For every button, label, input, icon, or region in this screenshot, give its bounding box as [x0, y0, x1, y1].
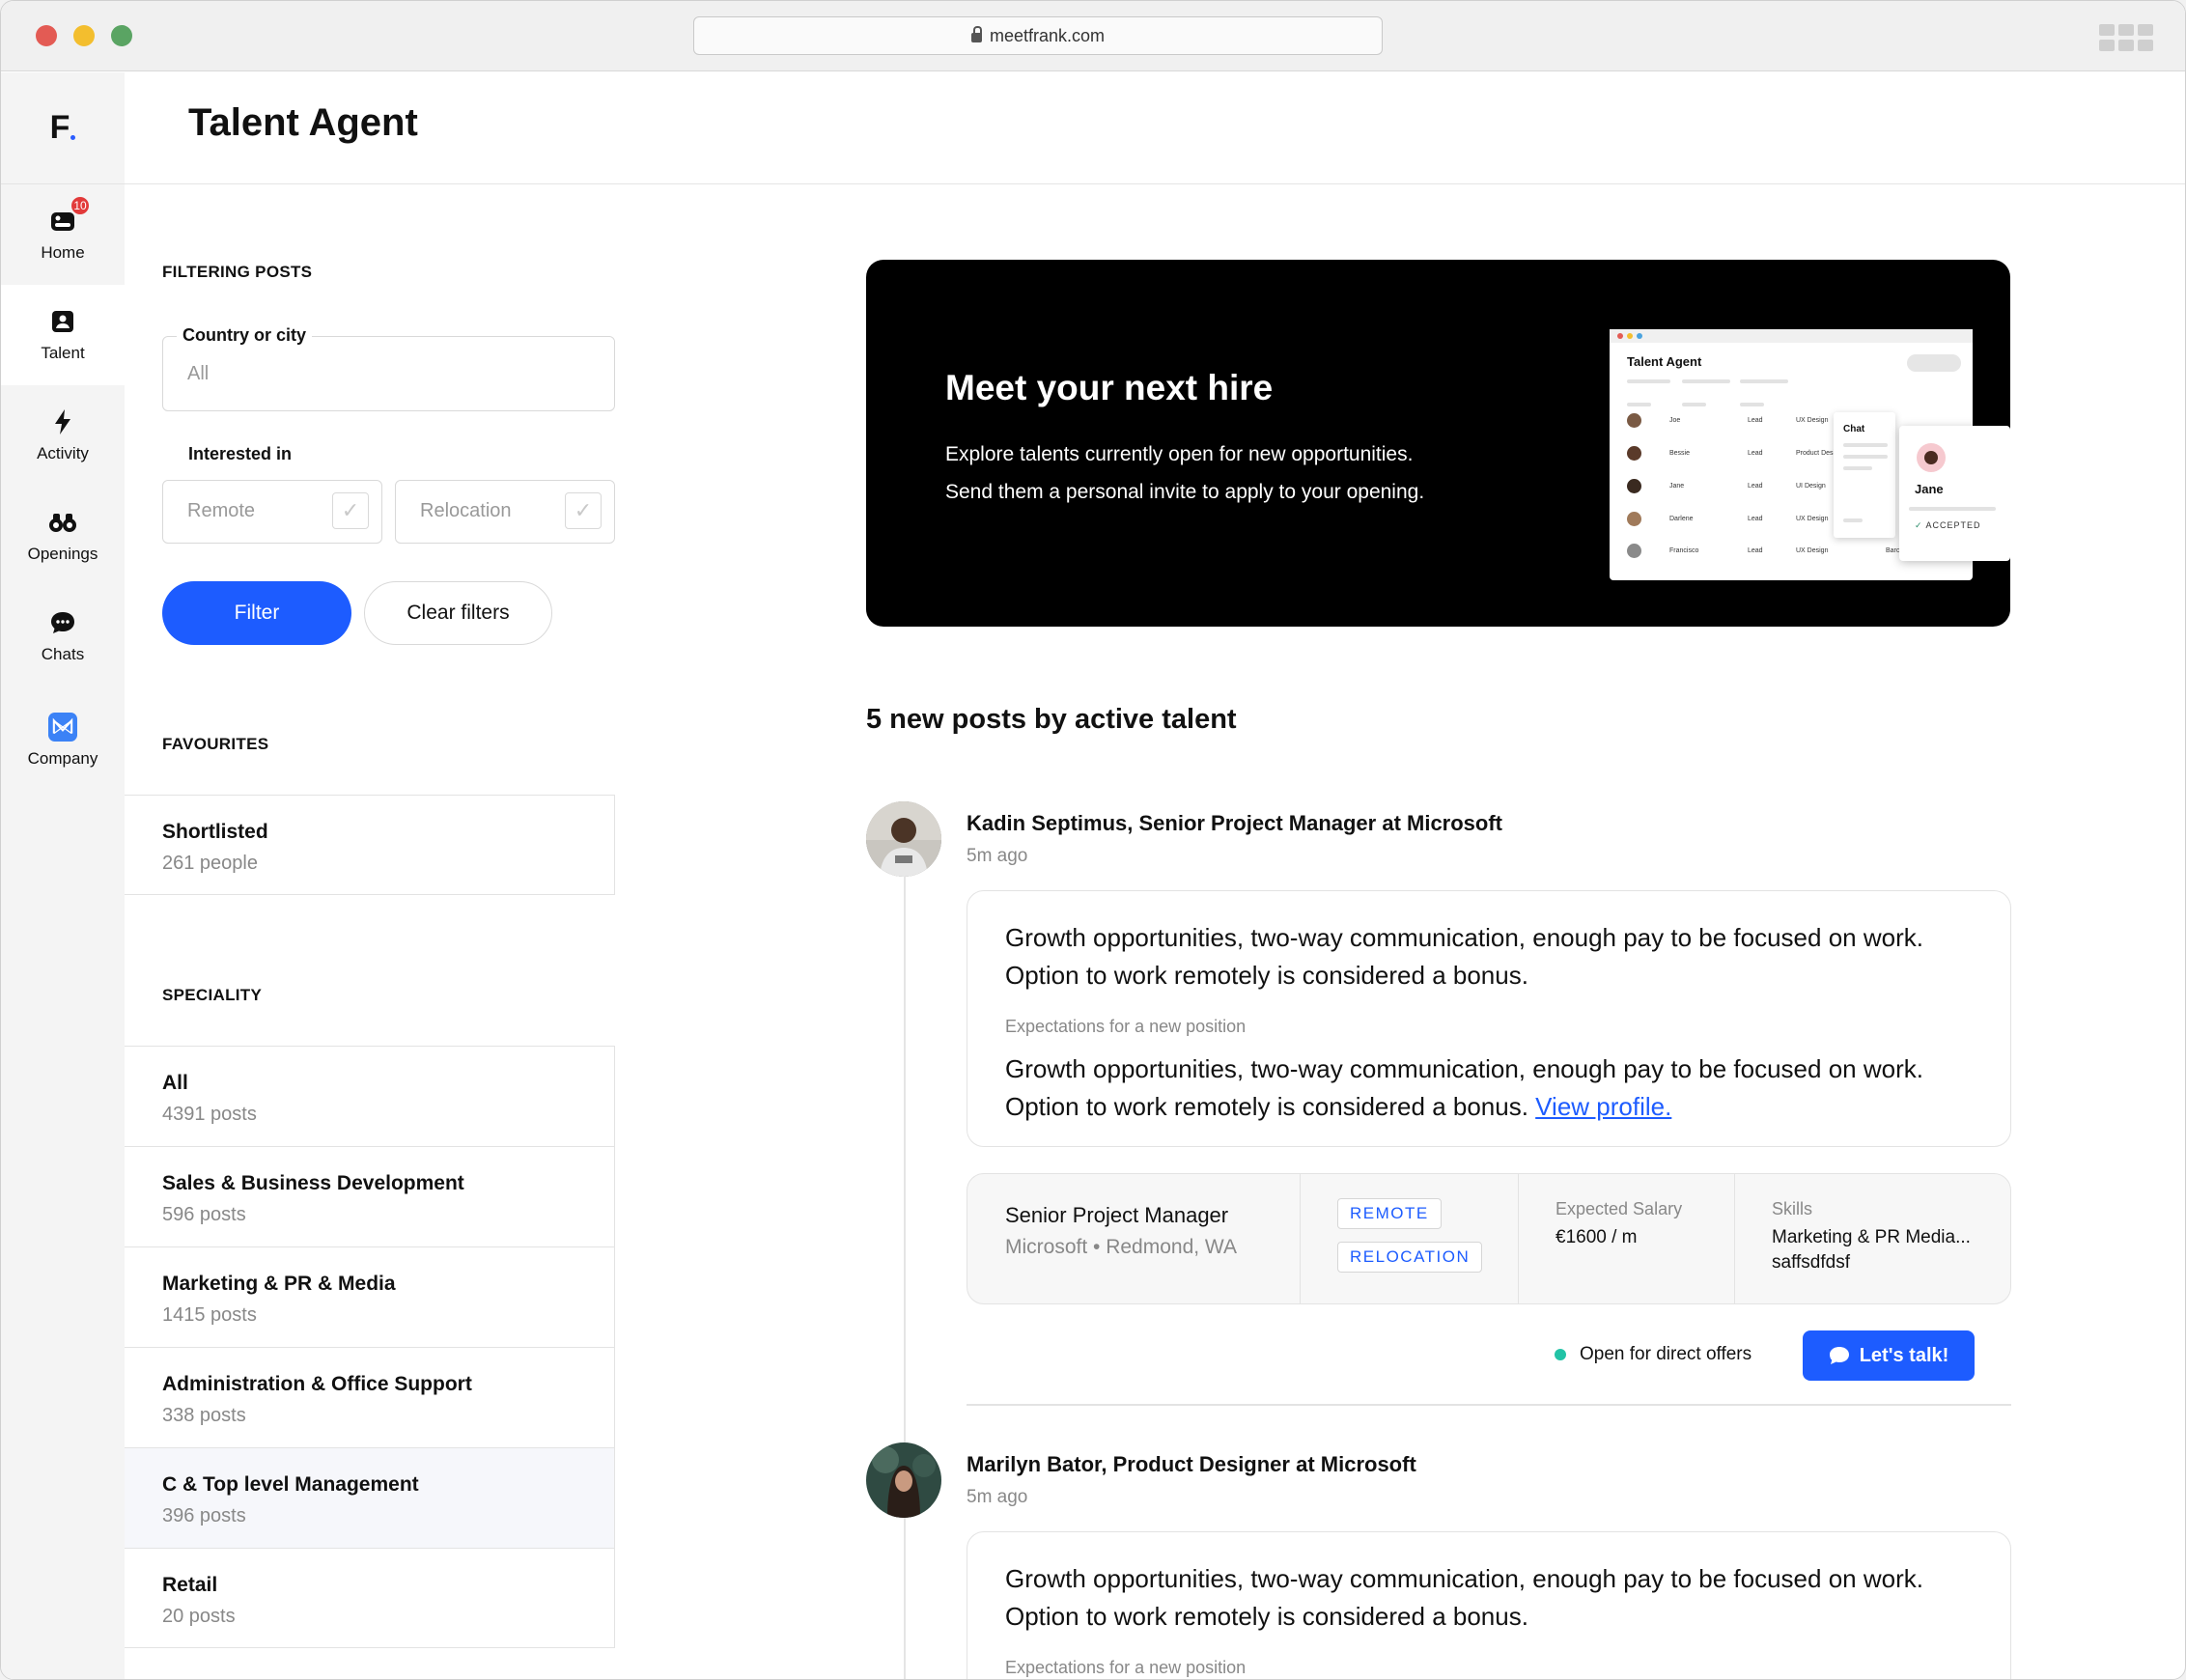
location-label: Country or city	[177, 325, 313, 346]
post-author[interactable]: Marilyn Bator, Product Designer at Micro…	[967, 1452, 1416, 1477]
nav-item-activity[interactable]: Activity	[1, 385, 125, 486]
location-field[interactable]: All	[162, 336, 615, 411]
home-badge: 10	[70, 195, 91, 216]
speciality-heading: SPECIALITY	[162, 986, 263, 1004]
nav-label-chats: Chats	[41, 645, 85, 663]
nav-label-home: Home	[41, 243, 85, 262]
chat-bubble-icon	[1829, 1347, 1849, 1364]
position-title: Senior Project Manager	[1005, 1203, 1229, 1227]
browser-window: meetfrank.com F 10 Home Talent Activity …	[0, 0, 2186, 1680]
interested-in-label: Interested in	[182, 444, 298, 464]
post-text: Growth opportunities, two-way communicat…	[1005, 923, 1923, 990]
speciality-item-all[interactable]: All 4391 posts	[125, 1046, 615, 1146]
relocation-checkbox[interactable]: ✓	[565, 492, 602, 529]
salary-value: €1600 / m	[1555, 1227, 1638, 1247]
nav-item-chats[interactable]: Chats	[1, 586, 125, 686]
nav-label-openings: Openings	[27, 545, 98, 563]
nav-label-talent: Talent	[41, 344, 85, 362]
nav-item-talent[interactable]: Talent	[1, 285, 125, 385]
company-logo-icon	[48, 713, 77, 742]
speciality-item-administration[interactable]: Administration & Office Support 338 post…	[125, 1347, 615, 1447]
favourites-heading: FAVOURITES	[162, 735, 269, 753]
post-card: Growth opportunities, two-way communicat…	[967, 1531, 2011, 1679]
maximize-window-button[interactable]	[111, 25, 132, 46]
lock-icon	[970, 26, 982, 42]
favourite-item-shortlisted[interactable]: Shortlisted 261 people	[125, 795, 615, 895]
nav-item-home[interactable]: 10 Home	[1, 184, 125, 285]
page-title: Talent Agent	[188, 101, 418, 144]
remote-checkbox[interactable]: ✓	[332, 492, 369, 529]
post-time: 5m ago	[967, 846, 1028, 866]
position-info-card: Senior Project Manager Microsoft • Redmo…	[967, 1173, 2011, 1304]
hero-banner: Meet your next hire Explore talents curr…	[866, 260, 2010, 627]
remote-tag: REMOTE	[1337, 1198, 1442, 1229]
position-company: Microsoft • Redmond, WA	[1005, 1236, 1237, 1258]
position-column: Senior Project Manager Microsoft • Redmo…	[967, 1174, 1301, 1303]
sidebar-nav: F 10 Home Talent Activity Openings Chats…	[1, 72, 125, 1679]
browser-titlebar: meetfrank.com	[1, 1, 2185, 71]
relocation-checkbox-field[interactable]: Relocation ✓	[395, 480, 615, 544]
status-text: Open for direct offers	[1580, 1344, 1752, 1364]
tabs-grid-icon[interactable]	[2099, 24, 2153, 51]
relocation-tag: RELOCATION	[1337, 1242, 1483, 1273]
view-profile-link[interactable]: View profile.	[1535, 1092, 1671, 1121]
speciality-item-sales[interactable]: Sales & Business Development 596 posts	[125, 1146, 615, 1246]
status-indicator	[1555, 1349, 1566, 1360]
relocation-label: Relocation	[420, 500, 512, 521]
salary-column: Expected Salary €1600 / m	[1519, 1174, 1735, 1303]
lets-talk-button[interactable]: Let's talk!	[1803, 1330, 1975, 1381]
binoculars-icon	[48, 508, 77, 537]
avatar-marilyn[interactable]	[866, 1442, 941, 1518]
minimize-window-button[interactable]	[73, 25, 95, 46]
expectations-label: Expectations for a new position	[1005, 1017, 1247, 1036]
remote-checkbox-field[interactable]: Remote ✓	[162, 480, 382, 544]
clear-filters-button[interactable]: Clear filters	[364, 581, 552, 645]
jane-avatar	[1917, 443, 1946, 472]
page-header: Talent Agent	[125, 72, 2185, 184]
chat-bubble-icon	[48, 608, 77, 637]
nav-label-activity: Activity	[37, 444, 89, 462]
nav-label-company: Company	[27, 749, 98, 768]
home-icon: 10	[48, 195, 91, 236]
skills-column: Skills Marketing & PR Media... saffsdfds…	[1772, 1199, 1971, 1273]
speciality-item-marketing[interactable]: Marketing & PR & Media 1415 posts	[125, 1246, 615, 1347]
remote-label: Remote	[187, 500, 256, 521]
feed-title: 5 new posts by active talent	[866, 704, 1237, 735]
address-bar[interactable]: meetfrank.com	[693, 16, 1383, 55]
location-value: All	[187, 363, 210, 384]
nav-item-company[interactable]: Company	[1, 690, 125, 791]
feed-timeline	[904, 870, 906, 1679]
post-divider	[967, 1404, 2011, 1406]
hero-title: Meet your next hire	[945, 368, 1274, 407]
url-text: meetfrank.com	[989, 25, 1106, 45]
close-window-button[interactable]	[36, 25, 57, 46]
tags-column: REMOTE RELOCATION	[1301, 1174, 1519, 1303]
expectations-text: Growth opportunities, two-way communicat…	[1005, 1054, 1923, 1121]
speciality-item-retail[interactable]: Retail 20 posts	[125, 1548, 615, 1648]
filtering-posts-heading: FILTERING POSTS	[162, 263, 313, 281]
post-time: 5m ago	[967, 1487, 1028, 1507]
post-author[interactable]: Kadin Septimus, Senior Project Manager a…	[967, 811, 1502, 836]
expectations-label: Expectations for a new position	[1005, 1658, 1247, 1677]
lightning-icon	[48, 407, 77, 436]
avatar-kadin[interactable]	[866, 801, 941, 877]
app-logo[interactable]: F	[1, 72, 125, 184]
hero-candidate-card: Jane ✓ ACCEPTED	[1899, 426, 2010, 561]
speciality-item-management[interactable]: C & Top level Management 396 posts	[125, 1447, 615, 1548]
post-text: Growth opportunities, two-way communicat…	[1005, 1564, 1923, 1631]
post-card: Growth opportunities, two-way communicat…	[967, 890, 2011, 1147]
nav-item-openings[interactable]: Openings	[1, 486, 125, 586]
accepted-status: ✓ ACCEPTED	[1915, 520, 1981, 530]
person-card-icon	[48, 307, 77, 336]
hero-description: Explore talents currently open for new o…	[945, 443, 1425, 503]
filter-button[interactable]: Filter	[162, 581, 351, 645]
hero-chat-card: Chat	[1834, 412, 1895, 538]
